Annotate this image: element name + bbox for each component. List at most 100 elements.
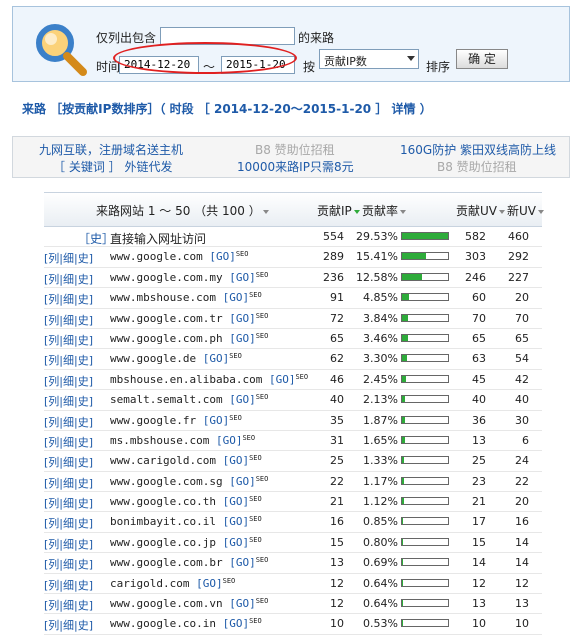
ip-count: 46	[330, 372, 344, 386]
ip-rate: 3.46%	[363, 331, 398, 345]
row-links[interactable]: [列|细|史]	[44, 250, 93, 266]
go-link[interactable]: [GO]	[203, 414, 230, 427]
table-row: [列|细|史] www.google.com [GO]SEO 289 15.41% 30…	[44, 247, 542, 268]
go-link[interactable]: [GO]	[229, 475, 256, 488]
rate-bar	[401, 272, 449, 281]
seo-link[interactable]: SEO	[223, 577, 236, 585]
row-links[interactable]: [列|细|史]	[44, 495, 93, 511]
seo-link[interactable]: SEO	[249, 536, 262, 544]
row-links[interactable]: [列|细|史]	[44, 271, 93, 287]
ad-slot-6[interactable]: B8 赞助位招租	[437, 158, 517, 175]
go-link[interactable]: [GO]	[229, 556, 256, 569]
go-link[interactable]: [GO]	[216, 434, 243, 447]
row-links[interactable]: [列|细|史]	[44, 352, 93, 368]
rate-bar-fill	[402, 355, 408, 362]
site-domain: www.google.de	[110, 352, 197, 366]
ad-link-1[interactable]: 九网互联，注册域名送主机	[39, 141, 183, 158]
row-links[interactable]: [列|细|史]	[44, 454, 93, 470]
uv-count: 65	[472, 331, 486, 345]
go-link[interactable]: [GO]	[229, 271, 256, 284]
seo-link[interactable]: SEO	[249, 495, 262, 503]
row-links[interactable]: [列|细|史]	[44, 373, 93, 389]
go-link[interactable]: [GO]	[209, 250, 236, 263]
row-links[interactable]: [列|细|史]	[44, 414, 93, 430]
go-link[interactable]: [GO]	[229, 597, 256, 610]
go-link[interactable]: [GO]	[269, 373, 296, 386]
seo-link[interactable]: SEO	[229, 352, 242, 360]
detail-link[interactable]: 详情	[392, 102, 416, 116]
ip-count: 10	[330, 617, 344, 631]
go-link[interactable]: [GO]	[223, 291, 250, 304]
row-links[interactable]: [列|细|史]	[44, 434, 93, 450]
ad-link-5[interactable]: 160G防护 紫田双线高防上线	[400, 141, 556, 158]
site-domain: semalt.semalt.com	[110, 393, 223, 407]
sort-select[interactable]: 贡献IP数	[319, 49, 419, 69]
table-row: [列|细|史] carigold.com [GO]SEO 12 0.64% 12 12	[44, 574, 542, 595]
history-link[interactable]: ［史］	[78, 230, 114, 247]
go-link[interactable]: [GO]	[196, 577, 223, 590]
go-link[interactable]: [GO]	[229, 312, 256, 325]
ip-rate: 0.64%	[363, 576, 398, 590]
header-uv[interactable]: 贡献UV	[456, 202, 505, 219]
row-links[interactable]: [列|细|史]	[44, 515, 93, 531]
seo-link[interactable]: SEO	[256, 332, 269, 340]
filter-panel: 仅列出包含 的来路 时间 2014-12-20 ～ 2015-1-20 按 贡献…	[12, 6, 570, 82]
site-domain: www.google.com.sg	[110, 474, 223, 488]
row-links[interactable]: [列|细|史]	[44, 556, 93, 572]
seo-link[interactable]: SEO	[249, 617, 262, 625]
seo-link[interactable]: SEO	[249, 454, 262, 462]
header-ip-rate[interactable]: 贡献率	[362, 202, 407, 219]
go-link[interactable]: [GO]	[223, 536, 250, 549]
seo-link[interactable]: SEO	[256, 597, 269, 605]
row-links[interactable]: [列|细|史]	[44, 291, 93, 307]
ad-slot-3[interactable]: B8 赞助位招租	[255, 141, 335, 158]
seo-link[interactable]: SEO	[256, 556, 269, 564]
seo-link[interactable]: SEO	[256, 475, 269, 483]
seo-link[interactable]: SEO	[249, 291, 262, 299]
row-links[interactable]: [列|细|史]	[44, 332, 93, 348]
ip-rate: 1.33%	[363, 454, 398, 468]
row-links[interactable]: [列|细|史]	[44, 536, 93, 552]
new-uv-count: 292	[508, 250, 529, 264]
seo-link[interactable]: SEO	[236, 250, 249, 258]
go-link[interactable]: [GO]	[229, 393, 256, 406]
seo-link[interactable]: SEO	[295, 373, 308, 381]
ad-link-4[interactable]: 10000来路IP只需8元	[237, 158, 354, 175]
ad-link-2[interactable]: ［ 关键词 ］ 外链代发	[53, 158, 172, 175]
site-name: www.google.com.vn [GO]SEO	[110, 597, 268, 610]
row-links[interactable]: [列|细|史]	[44, 617, 93, 633]
seo-link[interactable]: SEO	[256, 312, 269, 320]
sort-icon	[400, 209, 407, 214]
uv-count: 13	[472, 433, 486, 447]
row-links[interactable]: [列|细|史]	[44, 475, 93, 491]
confirm-button[interactable]: 确 定	[456, 49, 508, 69]
rate-bar-fill	[402, 375, 406, 382]
row-links[interactable]: [列|细|史]	[44, 577, 93, 593]
row-links[interactable]: [列|细|史]	[44, 597, 93, 613]
rate-bar	[401, 456, 449, 465]
ip-count: 35	[330, 413, 344, 427]
source-suffix-label: 的来路	[298, 31, 335, 45]
uv-count: 40	[472, 393, 486, 407]
row-links[interactable]: [列|细|史]	[44, 393, 93, 409]
seo-link[interactable]: SEO	[249, 515, 262, 523]
go-link[interactable]: [GO]	[223, 515, 250, 528]
site-domain: www.google.com.ph	[110, 331, 223, 345]
header-site[interactable]: 来路网站 1 ～ 50 （共 100 ）	[96, 202, 269, 219]
header-new-uv[interactable]: 新UV	[507, 202, 544, 219]
go-link[interactable]: [GO]	[229, 332, 256, 345]
seo-link[interactable]: SEO	[242, 434, 255, 442]
seo-link[interactable]: SEO	[256, 393, 269, 401]
go-link[interactable]: [GO]	[223, 617, 250, 630]
header-ip[interactable]: 贡献IP	[317, 202, 360, 219]
table-row: [列|细|史] www.google.fr [GO]SEO 35 1.87% 36 30	[44, 411, 542, 431]
go-link[interactable]: [GO]	[203, 352, 230, 365]
table-row: [列|细|史] www.google.com.sg [GO]SEO 22 1.17% 2…	[44, 472, 542, 493]
seo-link[interactable]: SEO	[256, 271, 269, 279]
rate-bar-fill	[402, 477, 404, 484]
rate-bar	[401, 517, 449, 526]
seo-link[interactable]: SEO	[229, 414, 242, 422]
go-link[interactable]: [GO]	[223, 495, 250, 508]
row-links[interactable]: [列|细|史]	[44, 312, 93, 328]
go-link[interactable]: [GO]	[223, 454, 250, 467]
